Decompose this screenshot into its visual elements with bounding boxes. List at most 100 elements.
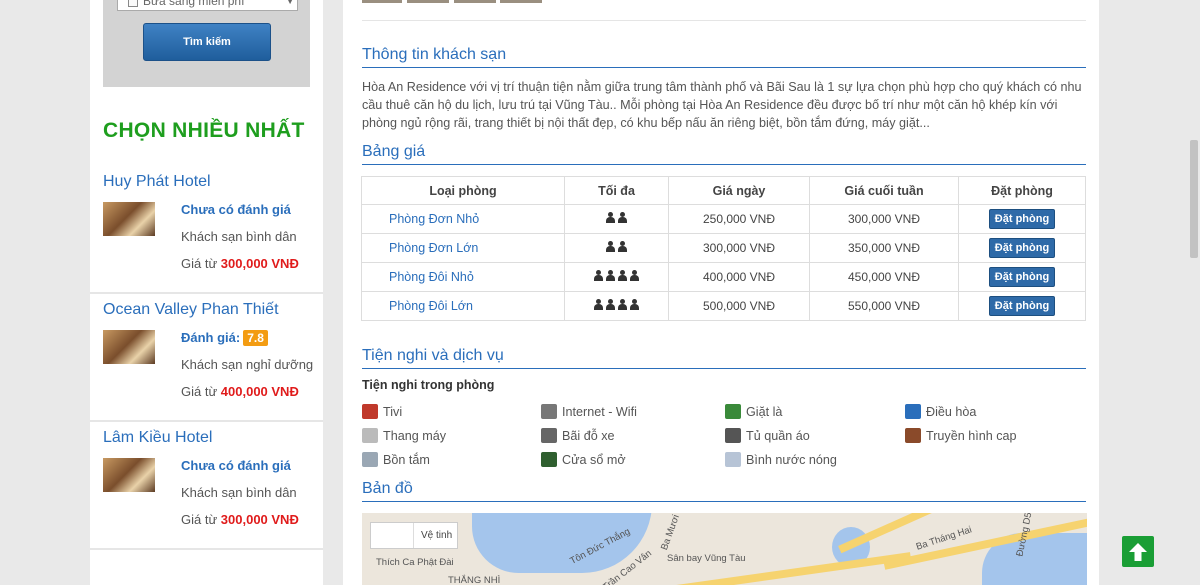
amenity-label: Tủ quần áo [746,428,810,443]
price-value: 300,000 VNĐ [220,256,299,271]
table-row: Phòng Đơn Lớn 300,000 VNĐ 350,000 VNĐ Đặt p… [361,233,1086,263]
book-room-button[interactable]: Đặt phòng [988,238,1056,258]
divider [90,292,323,294]
price-prefix: Giá từ [181,384,218,399]
amenity-item: Giặt là [725,404,782,419]
hotel-card[interactable]: Lâm Kiều Hotel Chưa có đánh giá Khách sạ… [90,429,323,557]
rating-text: Chưa có đánh giá [181,458,291,473]
guest-icon [617,270,628,281]
satellite-toggle[interactable]: Vệ tinh [370,522,458,549]
breakfast-filter[interactable]: Bữa sáng miễn phí ▼ [117,0,298,11]
air-conditioner-icon [905,404,921,419]
amenity-item: Internet - Wifi [541,404,637,419]
book-room-button[interactable]: Đặt phòng [988,296,1056,316]
map-label: Sân bay Vũng Tàu [667,553,746,564]
price-value: 400,000 VNĐ [220,384,299,399]
hotel-name-link[interactable]: Ocean Valley Phan Thiết [103,301,279,319]
chevron-down-icon[interactable]: ▼ [286,0,294,6]
hotel-card[interactable]: Ocean Valley Phan Thiết Đánh giá: 7.8 Khá… [90,301,323,429]
amenity-label: Truyền hình cap [926,428,1017,443]
room-type-link[interactable]: Phòng Đơn Nhỏ [361,204,565,234]
laundry-icon [725,404,741,419]
hotel-price: Giá từ 300,000 VNĐ [181,256,299,271]
map[interactable]: Vệ tinh Thích Ca Phật Đài Sân bay Vũng T… [362,513,1087,585]
window-icon [541,452,557,467]
weekend-price-cell: 550,000 VNĐ [809,291,959,321]
book-room-button[interactable]: Đặt phòng [988,209,1056,229]
guest-icon [605,241,616,252]
search-button[interactable]: Tìm kiếm [143,23,271,61]
amenity-label: Bãi đỗ xe [562,428,615,443]
amenity-label: Cửa sổ mở [562,452,626,467]
map-label: THẮNG NHÌ [448,575,501,585]
hotel-price: Giá từ 300,000 VNĐ [181,512,299,527]
table-row: Phòng Đơn Nhỏ 250,000 VNĐ 300,000 VNĐ Đặt p… [361,204,1086,234]
room-type-link[interactable]: Phòng Đôi Lớn [361,291,565,321]
day-price-cell: 250,000 VNĐ [668,204,810,234]
gallery-thumbnail[interactable] [362,0,402,3]
guest-icon [617,299,628,310]
guest-icon [605,212,616,223]
amenity-item: Bồn tắm [362,452,430,467]
room-type-link[interactable]: Phòng Đôi Nhỏ [361,262,565,292]
table-row: Phòng Đôi Lớn 500,000 VNĐ 550,000 VNĐ Đặt p… [361,291,1086,321]
hotel-rating: Chưa có đánh giá [181,458,291,473]
amenity-item: Điều hòa [905,404,976,419]
gallery-thumbnail[interactable] [407,0,449,3]
hotel-name-link[interactable]: Lâm Kiều Hotel [103,429,212,447]
hotel-thumbnail[interactable] [103,202,155,236]
book-room-button[interactable]: Đặt phòng [988,267,1056,287]
amenities-subtitle: Tiện nghi trong phòng [362,378,495,392]
satellite-label[interactable]: Vệ tinh [421,530,452,541]
column-header: Tối đa [564,176,669,205]
breakfast-checkbox[interactable] [128,0,138,7]
day-price-cell: 400,000 VNĐ [668,262,810,292]
amenity-item: Truyền hình cap [905,428,1017,443]
arrow-up-icon [1129,542,1147,561]
amenity-label: Điều hòa [926,404,977,419]
rating-text: Chưa có đánh giá [181,202,291,217]
bathtub-icon [362,452,378,467]
amenity-item: Tivi [362,404,402,419]
column-header: Giá cuối tuần [809,176,959,205]
guest-icon [593,299,604,310]
amenity-item: Bãi đỗ xe [541,428,615,443]
amenity-item: Cửa sổ mở [541,452,626,467]
room-type-link[interactable]: Phòng Đơn Lớn [361,233,565,263]
hotel-thumbnail[interactable] [103,458,155,492]
weekend-price-cell: 300,000 VNĐ [809,204,959,234]
amenity-label: Thang máy [383,428,446,443]
amenity-label: Internet - Wifi [562,404,637,419]
table-header-row: Loại phòng Tối đa Giá ngày Giá cuối tuần… [361,176,1086,205]
scroll-to-top-button[interactable] [1122,536,1154,567]
table-row: Phòng Đôi Nhỏ 400,000 VNĐ 450,000 VNĐ Đặt p… [361,262,1086,292]
amenity-item: Bình nước nóng [725,452,837,467]
wifi-icon [541,404,557,419]
rating-text: Đánh giá: [181,330,241,345]
book-cell: Đặt phòng [958,233,1086,263]
gallery-thumbnail[interactable] [500,0,542,3]
amenity-label: Giặt là [746,404,783,419]
guest-icon [605,270,616,281]
map-view-option[interactable] [371,523,414,548]
column-header: Giá ngày [668,176,810,205]
guest-icon [617,241,628,252]
guest-icon [617,212,628,223]
hotel-type: Khách sạn bình dân [181,229,297,244]
breakfast-label: Bữa sáng miễn phí [143,0,245,8]
hotel-card[interactable]: Huy Phát Hotel Chưa có đánh giá Khách sạ… [90,173,323,301]
hotel-thumbnail[interactable] [103,330,155,364]
gallery-thumbnail[interactable] [454,0,496,3]
max-guests-cell [564,204,669,234]
book-cell: Đặt phòng [958,204,1086,234]
divider [90,420,323,422]
amenity-label: Bồn tắm [383,452,430,467]
column-header: Đặt phòng [958,176,1086,205]
price-table: Loại phòng Tối đa Giá ngày Giá cuối tuần… [361,176,1086,321]
max-guests-cell [564,291,669,321]
hotel-name-link[interactable]: Huy Phát Hotel [103,173,211,191]
max-guests-cell [564,233,669,263]
scrollbar[interactable] [1190,140,1198,258]
guest-icon [629,299,640,310]
water-heater-icon [725,452,741,467]
